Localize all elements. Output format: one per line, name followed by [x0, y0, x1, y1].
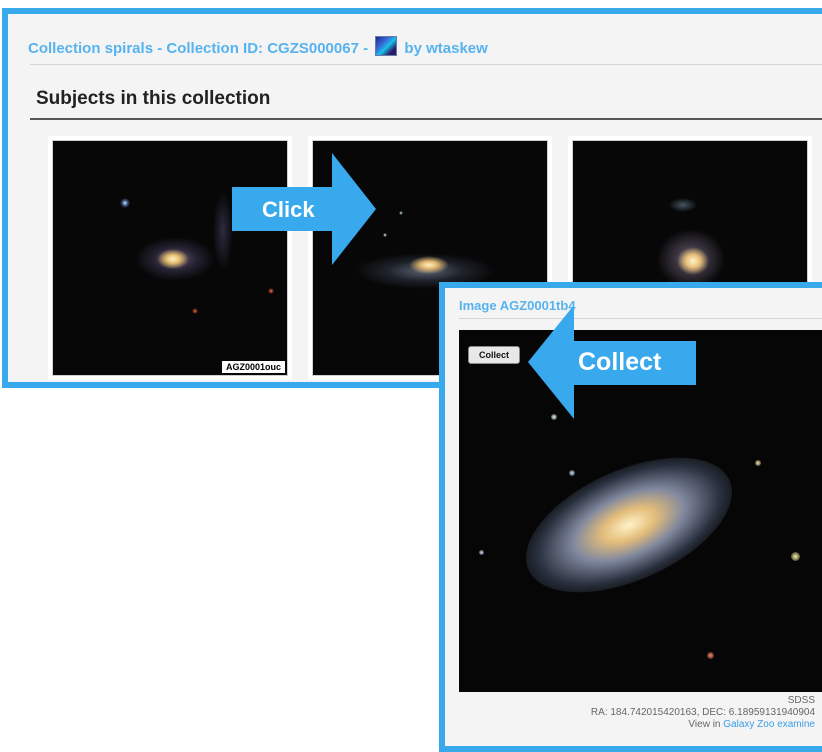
view-in-line: View in Galaxy Zoo examine: [688, 719, 815, 730]
click-label: Click: [262, 197, 315, 222]
divider: [30, 64, 822, 65]
image-coordinates: RA: 184.742015420163, DEC: 6.18959131940…: [590, 707, 815, 718]
section-divider: [30, 118, 822, 120]
star: [569, 470, 575, 476]
click-arrow-callout: Click: [232, 153, 376, 265]
subject-id-label: AGZ0001ouc: [221, 361, 285, 373]
collect-button[interactable]: Collect: [468, 346, 521, 364]
collection-header: Collection spirals - Collection ID: CGZS…: [28, 36, 488, 57]
galaxy-zoo-link[interactable]: Galaxy Zoo: [723, 719, 774, 730]
examine-link[interactable]: examine: [777, 719, 815, 730]
image-source: SDSS: [787, 695, 815, 706]
section-title: Subjects in this collection: [36, 88, 271, 109]
star: [707, 652, 714, 659]
collect-label: Collect: [578, 348, 662, 376]
owner-avatar[interactable]: [375, 36, 398, 56]
collect-arrow-callout: Collect: [528, 305, 696, 419]
star: [791, 552, 800, 561]
owner-link[interactable]: by wtaskew: [404, 40, 487, 57]
galaxy-disk: [506, 430, 752, 620]
star: [479, 550, 484, 555]
view-in-prefix: View in: [688, 719, 721, 730]
star: [755, 460, 761, 466]
collection-title-link[interactable]: Collection spirals - Collection ID: CGZS…: [28, 40, 368, 57]
